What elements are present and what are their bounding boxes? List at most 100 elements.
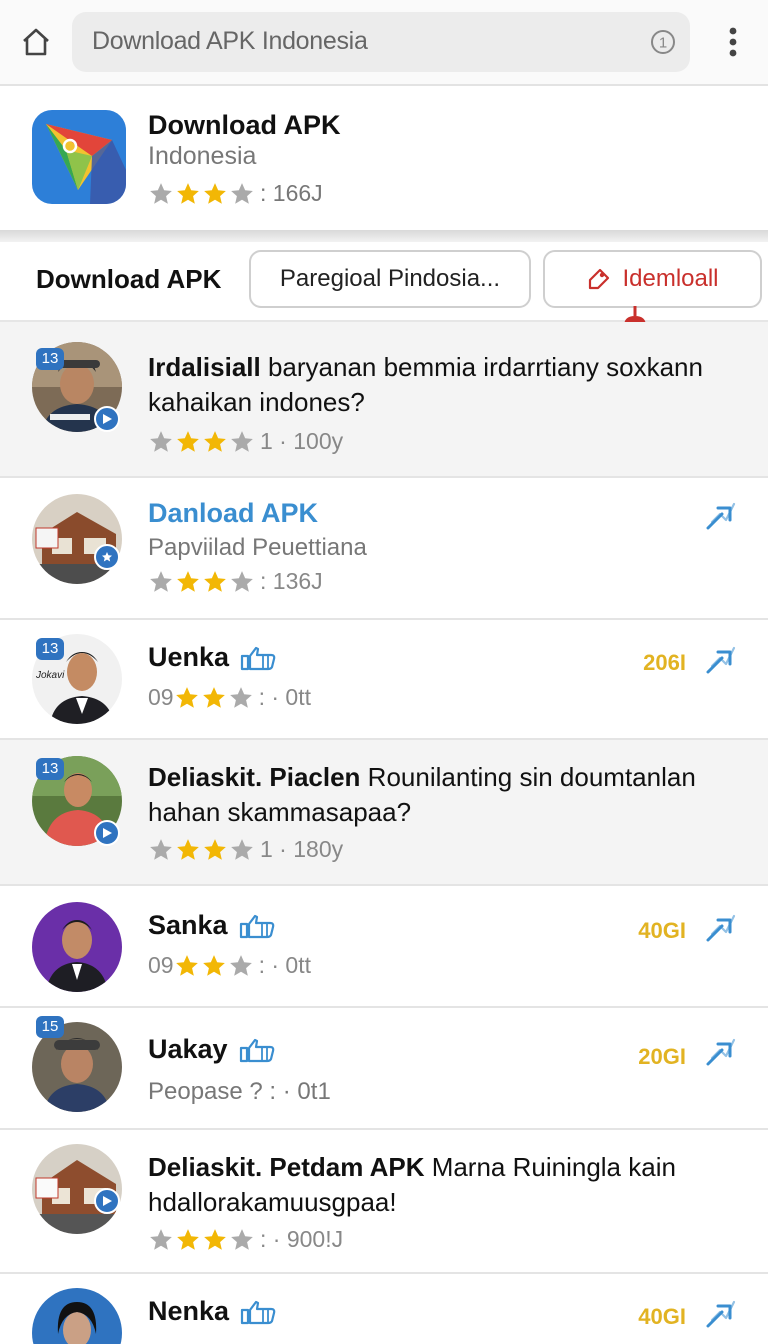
app-title: Download APK <box>148 110 341 140</box>
item-rating: 1 · 100y <box>148 428 343 455</box>
item-rating: : · 900!J <box>148 1226 343 1253</box>
list-item[interactable]: 13 Irdalisiall baryanan bemmia irdarrtia… <box>0 322 768 478</box>
star-icon <box>229 429 255 455</box>
item-rating-text: 1 · 100y <box>260 428 344 454</box>
home-button[interactable] <box>16 22 56 62</box>
star-icon <box>175 1227 201 1253</box>
list-item[interactable]: Sanka 09 : · 0tt 40GI <box>0 886 768 1008</box>
app-rating: : 166J <box>148 180 323 207</box>
count-badge: 13 <box>36 758 64 780</box>
item-title: Irdalisiall baryanan bemmia irdarrtiany … <box>148 352 703 417</box>
item-meta-prefix: 09 <box>148 684 174 710</box>
avatar <box>32 902 122 992</box>
item-rating: : 136J <box>148 568 323 595</box>
item-count: 20GI <box>638 1044 686 1069</box>
share-icon[interactable] <box>704 1298 738 1330</box>
count-badge: 13 <box>36 638 64 660</box>
star-icon <box>202 429 228 455</box>
star-icon <box>201 685 227 711</box>
star-icon <box>202 837 228 863</box>
thumbs-up-icon <box>238 913 278 939</box>
star-badge-icon <box>94 544 120 570</box>
star-icon <box>148 181 174 207</box>
item-name: Nenka <box>148 1296 279 1327</box>
item-rating-text: : 136J <box>260 568 323 594</box>
star-icon <box>201 953 227 979</box>
share-icon[interactable] <box>704 644 738 676</box>
star-icon <box>175 429 201 455</box>
play-icon <box>94 406 120 432</box>
results-list: 13 Irdalisiall baryanan bemmia irdarrtia… <box>0 322 768 1344</box>
item-rating-text: 1 · 180y <box>260 836 344 862</box>
download-filter-chip[interactable]: Idemloall <box>543 250 762 308</box>
item-rating-text: : · 0tt <box>258 952 311 978</box>
url-bar[interactable]: Download APK Indonesia 1 <box>72 12 690 72</box>
share-icon[interactable] <box>704 1036 738 1068</box>
download-filter-label: Idemloall <box>622 265 719 292</box>
svg-text:Jokavi: Jokavi <box>35 670 65 681</box>
app-header-card: Download APK Indonesia : 166J <box>0 88 768 230</box>
count-badge: 13 <box>36 348 64 370</box>
list-item[interactable]: Deliaskit. Petdam APK Marna Ruiningla ka… <box>0 1130 768 1274</box>
star-icon <box>148 1227 174 1253</box>
item-rating-text: : · 0tt <box>258 684 311 710</box>
item-title: Deliaskit. Piaclen Rounilanting sin doum… <box>148 762 696 827</box>
thumbs-up-icon <box>238 1037 278 1063</box>
star-icon <box>229 837 255 863</box>
region-filter-chip[interactable]: Paregioal Pindosia... <box>249 250 531 308</box>
item-rating-text: : · 900!J <box>260 1226 344 1252</box>
region-filter-label: Paregioal Pindosia... <box>279 265 501 292</box>
item-count: 206I <box>643 650 686 675</box>
star-icon <box>148 569 174 595</box>
item-name: Sanka <box>148 910 278 941</box>
item-rating: 09 : · 0tt <box>148 952 311 979</box>
thumbs-up-icon <box>239 645 279 671</box>
app-subtitle: Indonesia <box>148 142 257 170</box>
list-item[interactable]: Jokavi 13 Uenka 09 : · 0tt 206I <box>0 620 768 740</box>
info-icon[interactable]: 1 <box>650 29 676 55</box>
list-item[interactable]: 13 Deliaskit. Piaclen Rounilanting sin d… <box>0 740 768 886</box>
star-icon <box>228 685 254 711</box>
more-vert-icon <box>729 27 737 57</box>
play-icon <box>94 820 120 846</box>
star-icon <box>228 953 254 979</box>
avatar <box>32 1288 122 1344</box>
star-icon <box>229 181 255 207</box>
item-subtitle: Papviilad Peuettiana <box>148 534 367 561</box>
star-icon <box>202 1227 228 1253</box>
url-text: Download APK Indonesia <box>92 27 368 55</box>
item-subtitle: Peopase ? : · 0t1 <box>148 1078 331 1105</box>
thumbs-up-icon <box>239 1299 279 1325</box>
item-rating: 1 · 180y <box>148 836 343 863</box>
filter-bar: Download APK Paregioal Pindosia... Ideml… <box>0 242 768 326</box>
star-icon <box>229 569 255 595</box>
svg-text:1: 1 <box>659 35 667 52</box>
count-badge: 15 <box>36 1016 64 1038</box>
star-icon <box>202 181 228 207</box>
item-count: 40GI <box>638 918 686 943</box>
avatar <box>32 494 122 584</box>
section-divider <box>0 230 768 242</box>
overflow-menu-button[interactable] <box>716 22 750 62</box>
list-item[interactable]: 15 Uakay Peopase ? : · 0t1 20GI <box>0 1008 768 1130</box>
item-rating: 09 : · 0tt <box>148 684 311 711</box>
share-icon[interactable] <box>704 912 738 944</box>
star-icon <box>175 181 201 207</box>
star-icon <box>148 429 174 455</box>
star-icon <box>175 569 201 595</box>
star-icon <box>174 953 200 979</box>
app-rating-text: : 166J <box>260 180 323 206</box>
star-icon <box>148 837 174 863</box>
browser-toolbar: Download APK Indonesia 1 <box>0 0 768 86</box>
star-icon <box>202 569 228 595</box>
section-title: Download APK <box>36 264 222 294</box>
list-item[interactable]: Nenka 40GI <box>0 1274 768 1344</box>
star-icon <box>174 685 200 711</box>
item-name: Uenka <box>148 642 279 673</box>
item-meta-prefix: 09 <box>148 952 174 978</box>
share-icon[interactable] <box>704 500 738 532</box>
item-count: 40GI <box>638 1304 686 1329</box>
app-logo[interactable] <box>32 110 126 204</box>
item-name: Danload APK <box>148 498 319 528</box>
list-item[interactable]: Danload APK Papviilad Peuettiana : 136J <box>0 478 768 620</box>
